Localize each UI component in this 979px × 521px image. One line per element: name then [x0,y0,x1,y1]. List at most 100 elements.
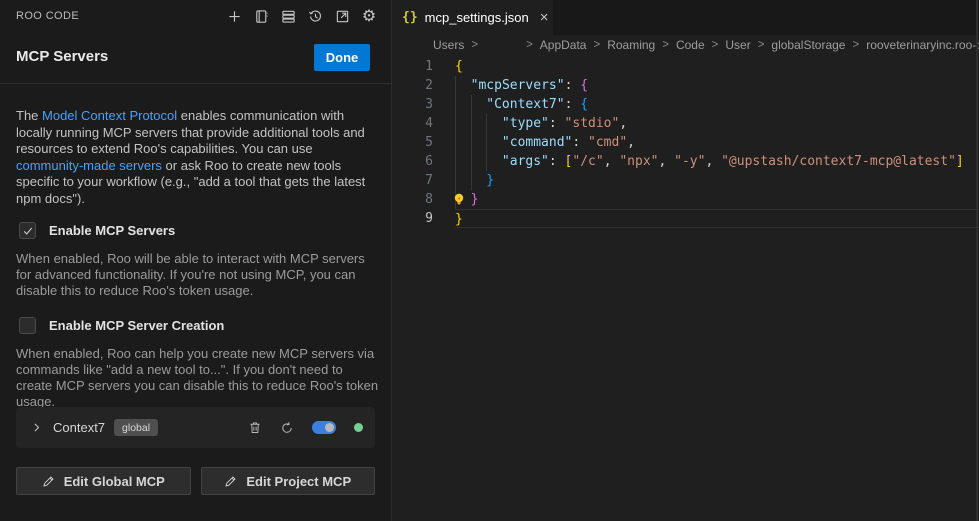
indent-guide [455,95,471,114]
code-line[interactable]: 4 "type": "stdio", [392,114,979,133]
prompts-notebook-icon[interactable] [252,7,270,25]
code-line-text: "command": "cmd", [455,133,979,152]
breadcrumb-item[interactable]: Roaming [607,38,655,52]
code-line[interactable]: 7} [392,171,979,190]
lightbulb-icon[interactable] [452,192,466,207]
code-editor[interactable]: 1{2"mcpServers": {3"Context7": {4"type":… [392,55,979,228]
breadcrumb-item[interactable]: AppData [540,38,587,52]
edit-project-mcp-button[interactable]: Edit Project MCP [201,467,376,495]
indent-guide [471,114,487,133]
indent-guide [486,133,502,152]
line-number: 2 [392,76,433,95]
breadcrumb-item[interactable]: Users [433,38,464,52]
chevron-right-icon[interactable] [30,421,43,434]
indent-guide [455,152,471,171]
breadcrumb-item[interactable]: User [725,38,750,52]
server-enabled-toggle[interactable] [312,421,336,434]
enable-mcp-servers-description: When enabled, Roo will be able to intera… [16,251,382,299]
mcp-servers-icon[interactable] [279,7,297,25]
breadcrumb: Users > > AppData > Roaming > Code > User > globalS… [392,35,979,55]
indent-guide [486,152,502,171]
edit-mcp-buttons: Edit Global MCP Edit Project MCP [16,467,375,495]
server-name: Context7 [53,420,105,435]
server-actions [248,420,363,435]
edit-project-mcp-label: Edit Project MCP [246,474,351,489]
code-line-text: } [455,209,979,228]
code-line[interactable]: 1{ [392,57,979,76]
line-number: 6 [392,152,433,171]
enable-mcp-creation-checkbox[interactable] [19,317,36,334]
enable-mcp-servers-row: Enable MCP Servers [19,222,175,239]
line-number: 9 [392,209,433,228]
line-number: 8 [392,190,433,209]
code-line[interactable]: 3 "Context7": { [392,95,979,114]
mcp-intro-text: The Model Context Protocol enables commu… [16,108,382,207]
enable-mcp-creation-row: Enable MCP Server Creation [19,317,224,334]
extension-title: ROO CODE [16,10,79,22]
json-file-icon: {} [402,10,418,25]
breadcrumb-separator-icon: > [526,39,533,51]
intro-link[interactable]: Model Context Protocol [42,108,177,123]
open-in-editor-icon[interactable] [333,7,351,25]
line-number: 1 [392,57,433,76]
editor-right-border [976,0,978,521]
code-line[interactable]: 2 "mcpServers": { [392,76,979,95]
tab-filename: mcp_settings.json [425,10,529,25]
breadcrumb-separator-icon: > [662,39,669,51]
tab-close-icon[interactable]: × [540,10,549,25]
line-number: 4 [392,114,433,133]
enable-mcp-servers-label: Enable MCP Servers [49,223,175,238]
indent-guide [471,152,487,171]
code-line[interactable]: 9} [392,209,979,228]
breadcrumb-separator-icon: > [758,39,765,51]
editor-group: {} mcp_settings.json × Users > > AppData > Ro… [392,0,979,521]
tab-mcp-settings-json[interactable]: {} mcp_settings.json × [392,0,553,35]
breadcrumb-item[interactable]: rooveterinaryinc.roo-cli [866,38,979,52]
server-row-context7[interactable]: Context7 global [16,407,375,448]
code-line-text: } [455,171,979,190]
edit-global-mcp-label: Edit Global MCP [64,474,165,489]
code-line-text: "mcpServers": { [455,76,979,95]
code-line-text: "Context7": { [455,95,979,114]
panel-header-toolbar: ⚙ [225,7,378,25]
code-line-text: } [455,190,979,209]
breadcrumb-separator-icon: > [712,39,719,51]
code-line[interactable]: 8} [392,190,979,209]
code-line-text: { [455,57,979,76]
delete-server-icon[interactable] [248,420,262,435]
edit-global-mcp-button[interactable]: Edit Global MCP [16,467,191,495]
server-status-dot [354,423,363,432]
enable-mcp-servers-checkbox[interactable] [19,222,36,239]
indent-guide [471,171,487,190]
breadcrumb-item[interactable]: Code [676,38,705,52]
intro-text: The [16,108,42,123]
breadcrumb-item[interactable]: globalStorage [771,38,845,52]
enable-mcp-creation-description: When enabled, Roo can help you create ne… [16,346,382,410]
done-button[interactable]: Done [314,44,370,71]
line-number: 7 [392,171,433,190]
indent-guide [471,95,487,114]
indent-guide [455,171,471,190]
breadcrumb-separator-icon: > [593,39,600,51]
indent-guide [455,76,471,95]
code-line[interactable]: 6 "args": ["/c", "npx", "-y", "@upstash/c… [392,152,979,171]
toggle-knob [325,423,334,432]
indent-guide [486,114,502,133]
server-scope-badge: global [114,419,158,436]
line-number: 3 [392,95,433,114]
code-line[interactable]: 5 "command": "cmd", [392,133,979,152]
code-line-text: "args": ["/c", "npx", "-y", "@upstash/co… [455,152,979,171]
indent-guide [455,114,471,133]
code-line-text: "type": "stdio", [455,114,979,133]
restart-server-icon[interactable] [280,421,294,435]
indent-guide [455,133,471,152]
roo-code-panel: ROO CODE ⚙ MCP Servers Done The Model Co… [0,0,392,521]
intro-link[interactable]: community-made servers [16,158,162,173]
line-number: 5 [392,133,433,152]
history-icon[interactable] [306,7,324,25]
settings-gear-icon[interactable]: ⚙ [360,7,378,25]
tab-bar: {} mcp_settings.json × [392,0,979,35]
breadcrumb-separator-icon: > [471,39,478,51]
header-divider [0,83,392,84]
plus-icon[interactable] [225,7,243,25]
